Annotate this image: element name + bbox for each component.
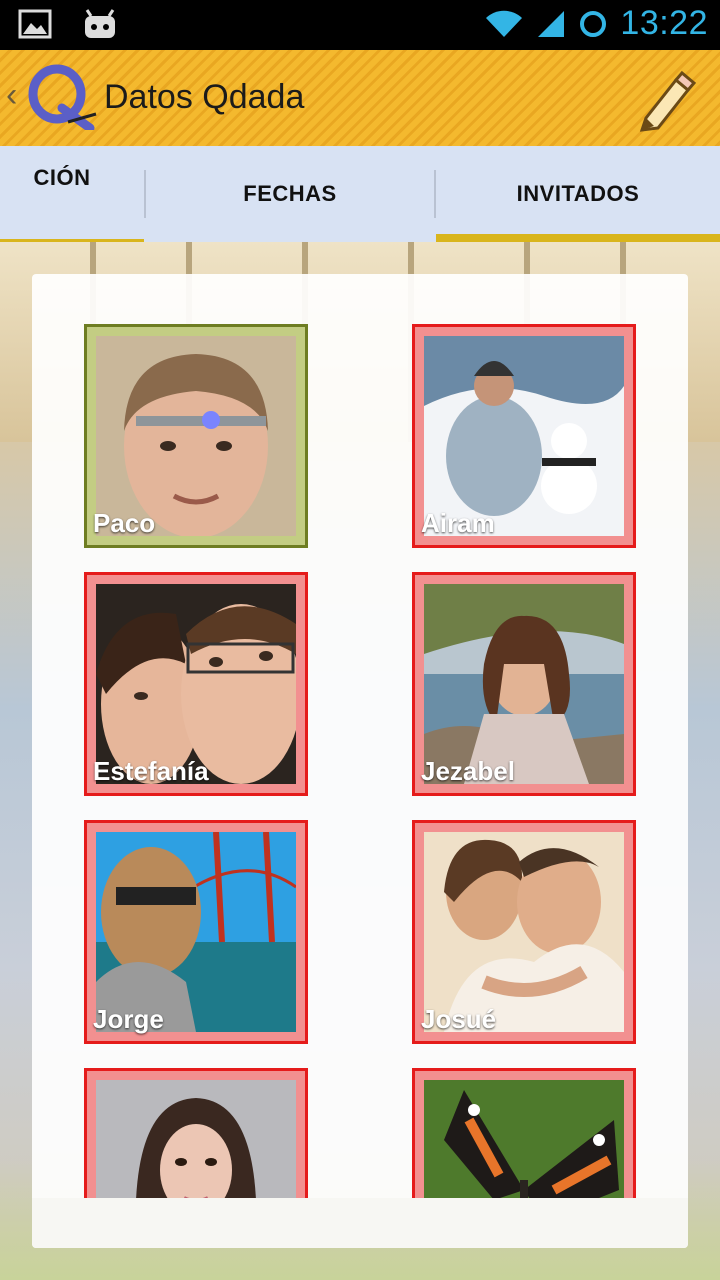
- guest-tile[interactable]: [412, 1068, 636, 1198]
- guests-grid[interactable]: Paco Airam Estefanía Jezabel Jorge Josué: [32, 274, 688, 1198]
- guest-name: Josué: [421, 1004, 497, 1034]
- guest-photo: [96, 1080, 296, 1198]
- guest-name: Paco: [93, 508, 156, 538]
- card-footer: [32, 1198, 688, 1248]
- guest-tile[interactable]: Airam: [412, 324, 636, 548]
- guest-tile[interactable]: Paco: [84, 324, 308, 548]
- pencil-edit-icon: [639, 70, 697, 132]
- guest-tile[interactable]: Estefanía: [84, 572, 308, 796]
- status-bar: 13:22: [0, 0, 720, 50]
- wifi-icon: [486, 10, 523, 37]
- tab-label: FECHAS: [243, 181, 337, 206]
- guest-name: Estefanía: [93, 756, 209, 786]
- tab-invitados[interactable]: INVITADOS: [436, 146, 720, 242]
- guest-photo: [96, 584, 296, 784]
- guest-name: Jezabel: [421, 756, 515, 786]
- tab-label: CIÓN: [33, 165, 91, 190]
- guest-photo: [424, 832, 624, 1032]
- tab-indicator-active: [436, 234, 720, 242]
- guests-card: Paco Airam Estefanía Jezabel Jorge Josué: [32, 274, 688, 1248]
- guest-photo: [424, 584, 624, 784]
- cell-signal-icon: [538, 10, 565, 37]
- tab-fechas[interactable]: FECHAS: [146, 146, 434, 242]
- tab-ubicacion[interactable]: CIÓN: [0, 130, 144, 226]
- guest-photo: [424, 1080, 624, 1198]
- guest-tile[interactable]: Josué: [412, 820, 636, 1044]
- edit-button[interactable]: [632, 68, 697, 132]
- guest-tile[interactable]: [84, 1068, 308, 1198]
- guest-photo: [96, 832, 296, 1032]
- guest-name: Jorge: [93, 1004, 164, 1034]
- tab-label: INVITADOS: [516, 181, 640, 206]
- up-caret-icon[interactable]: ‹: [6, 76, 17, 115]
- guest-tile[interactable]: Jezabel: [412, 572, 636, 796]
- clock: 13:22: [620, 4, 708, 42]
- guest-photo: [96, 336, 296, 536]
- guest-name: Airam: [421, 508, 495, 538]
- image-icon: [18, 9, 52, 39]
- app-logo[interactable]: [24, 64, 98, 135]
- app-title: Datos Qdada: [104, 78, 305, 116]
- android-robot-icon: [85, 9, 115, 38]
- guest-photo: [424, 336, 624, 536]
- circle-sync-icon: [580, 10, 607, 37]
- guest-tile[interactable]: Jorge: [84, 820, 308, 1044]
- tab-bar: CIÓN FECHAS INVITADOS: [0, 146, 720, 242]
